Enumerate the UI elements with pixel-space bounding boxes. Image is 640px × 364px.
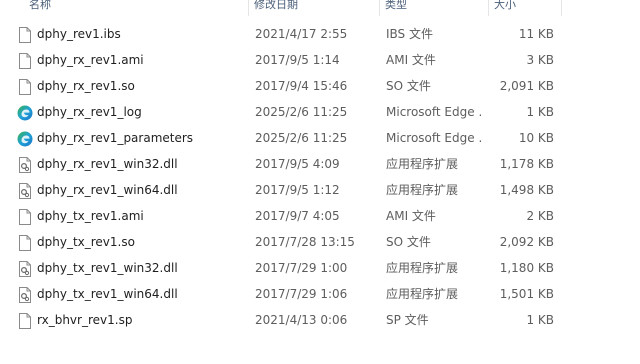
file-row[interactable]: dphy_tx_rev1_win64.dll 2017/7/29 1:06 应用程序… bbox=[0, 281, 640, 307]
column-divider[interactable] bbox=[488, 0, 489, 16]
edge-icon bbox=[17, 104, 33, 121]
file-name: dphy_tx_rev1.ami bbox=[37, 209, 144, 223]
file-size: 1 KB bbox=[526, 105, 554, 119]
file-row[interactable]: rx_bhvr_rev1.sp 2021/4/13 0:06 SP 文件 1 KB bbox=[0, 307, 640, 333]
file-modified-date: 2017/7/29 1:06 bbox=[255, 287, 348, 301]
dll-icon bbox=[18, 156, 32, 173]
file-modified-date: 2017/7/29 1:00 bbox=[255, 261, 348, 275]
file-name: dphy_tx_rev1_win32.dll bbox=[37, 261, 178, 275]
file-modified-date: 2025/2/6 11:25 bbox=[255, 131, 348, 145]
file-size: 1,178 KB bbox=[499, 157, 554, 171]
file-size: 3 KB bbox=[526, 53, 554, 67]
column-divider[interactable] bbox=[248, 0, 249, 16]
file-modified-date: 2021/4/17 2:55 bbox=[255, 27, 348, 41]
file-name: dphy_rx_rev1.ami bbox=[37, 53, 144, 67]
file-type: 应用程序扩展 bbox=[386, 157, 459, 171]
file-row[interactable]: dphy_rx_rev1.ami 2017/9/5 1:14 AMI 文件 3 KB bbox=[0, 47, 640, 73]
file-type: SO 文件 bbox=[386, 235, 431, 249]
file-name: dphy_tx_rev1_win64.dll bbox=[37, 287, 178, 301]
file-size: 1 KB bbox=[526, 313, 554, 327]
file-size: 2 KB bbox=[526, 209, 554, 223]
generic-file-icon bbox=[18, 312, 32, 329]
file-list: dphy_rev1.ibs 2021/4/17 2:55 IBS 文件 11 KB dp… bbox=[0, 21, 640, 333]
column-header-type[interactable]: 类型 bbox=[385, 0, 407, 14]
generic-file-icon bbox=[18, 234, 32, 251]
edge-icon bbox=[17, 130, 33, 147]
file-type: SP 文件 bbox=[386, 313, 429, 327]
file-row[interactable]: dphy_tx_rev1.so 2017/7/28 13:15 SO 文件 2,092… bbox=[0, 229, 640, 255]
column-header-name[interactable]: 名称 bbox=[29, 0, 51, 14]
column-header-date[interactable]: 修改日期 bbox=[254, 0, 298, 14]
file-size: 2,092 KB bbox=[499, 235, 554, 249]
file-size: 1,180 KB bbox=[499, 261, 554, 275]
generic-file-icon bbox=[18, 52, 32, 69]
file-type: 应用程序扩展 bbox=[386, 287, 459, 301]
file-name: dphy_rx_rev1.so bbox=[37, 79, 135, 93]
file-size: 10 KB bbox=[518, 131, 554, 145]
file-row[interactable]: dphy_rx_rev1_win64.dll 2017/9/5 1:12 应用程序扩… bbox=[0, 177, 640, 203]
file-type: Microsoft Edge ... bbox=[386, 105, 481, 119]
file-row[interactable]: dphy_tx_rev1_win32.dll 2017/7/29 1:00 应用程序… bbox=[0, 255, 640, 281]
file-row[interactable]: dphy_rx_rev1.so 2017/9/4 15:46 SO 文件 2,091 … bbox=[0, 73, 640, 99]
file-type: IBS 文件 bbox=[386, 27, 433, 41]
file-size: 1,498 KB bbox=[499, 183, 554, 197]
file-row[interactable]: dphy_rx_rev1_win32.dll 2017/9/5 4:09 应用程序扩… bbox=[0, 151, 640, 177]
file-modified-date: 2017/9/7 4:05 bbox=[255, 209, 340, 223]
dll-icon bbox=[18, 182, 32, 199]
dll-icon bbox=[18, 260, 32, 277]
file-type: SO 文件 bbox=[386, 79, 431, 93]
file-explorer-list: 名称 修改日期 类型 大小 dphy_rev1.ibs 2021/4/17 2:5… bbox=[0, 0, 640, 364]
file-name: dphy_rx_rev1_win64.dll bbox=[37, 183, 178, 197]
file-type: AMI 文件 bbox=[386, 209, 436, 223]
file-type: 应用程序扩展 bbox=[386, 183, 459, 197]
file-type: AMI 文件 bbox=[386, 53, 436, 67]
file-modified-date: 2021/4/13 0:06 bbox=[255, 313, 348, 327]
file-modified-date: 2017/9/5 1:12 bbox=[255, 183, 340, 197]
generic-file-icon bbox=[18, 78, 32, 95]
column-header-size[interactable]: 大小 bbox=[494, 0, 516, 14]
file-modified-date: 2017/9/5 4:09 bbox=[255, 157, 340, 171]
file-size: 11 KB bbox=[518, 27, 554, 41]
file-name: dphy_rev1.ibs bbox=[37, 27, 121, 41]
column-divider[interactable] bbox=[561, 0, 562, 16]
generic-file-icon bbox=[18, 208, 32, 225]
file-row[interactable]: dphy_rev1.ibs 2021/4/17 2:55 IBS 文件 11 KB bbox=[0, 21, 640, 47]
column-header-bar: 名称 修改日期 类型 大小 bbox=[0, 0, 640, 16]
file-modified-date: 2025/2/6 11:25 bbox=[255, 105, 348, 119]
file-row[interactable]: dphy_tx_rev1.ami 2017/9/7 4:05 AMI 文件 2 KB bbox=[0, 203, 640, 229]
file-name: rx_bhvr_rev1.sp bbox=[37, 313, 133, 327]
file-modified-date: 2017/9/4 15:46 bbox=[255, 79, 348, 93]
file-size: 1,501 KB bbox=[499, 287, 554, 301]
file-row[interactable]: dphy_rx_rev1_log 2025/2/6 11:25 Microsoft … bbox=[0, 99, 640, 125]
file-type: 应用程序扩展 bbox=[386, 261, 459, 275]
generic-file-icon bbox=[18, 26, 32, 43]
file-name: dphy_tx_rev1.so bbox=[37, 235, 135, 249]
file-size: 2,091 KB bbox=[499, 79, 554, 93]
file-name: dphy_rx_rev1_win32.dll bbox=[37, 157, 178, 171]
file-modified-date: 2017/7/28 13:15 bbox=[255, 235, 355, 249]
file-name: dphy_rx_rev1_parameters bbox=[37, 131, 194, 145]
file-name: dphy_rx_rev1_log bbox=[37, 105, 142, 119]
file-row[interactable]: dphy_rx_rev1_parameters 2025/2/6 11:25 Mic… bbox=[0, 125, 640, 151]
dll-icon bbox=[18, 286, 32, 303]
column-divider[interactable] bbox=[379, 0, 380, 16]
file-type: Microsoft Edge ... bbox=[386, 131, 481, 145]
file-modified-date: 2017/9/5 1:14 bbox=[255, 53, 340, 67]
